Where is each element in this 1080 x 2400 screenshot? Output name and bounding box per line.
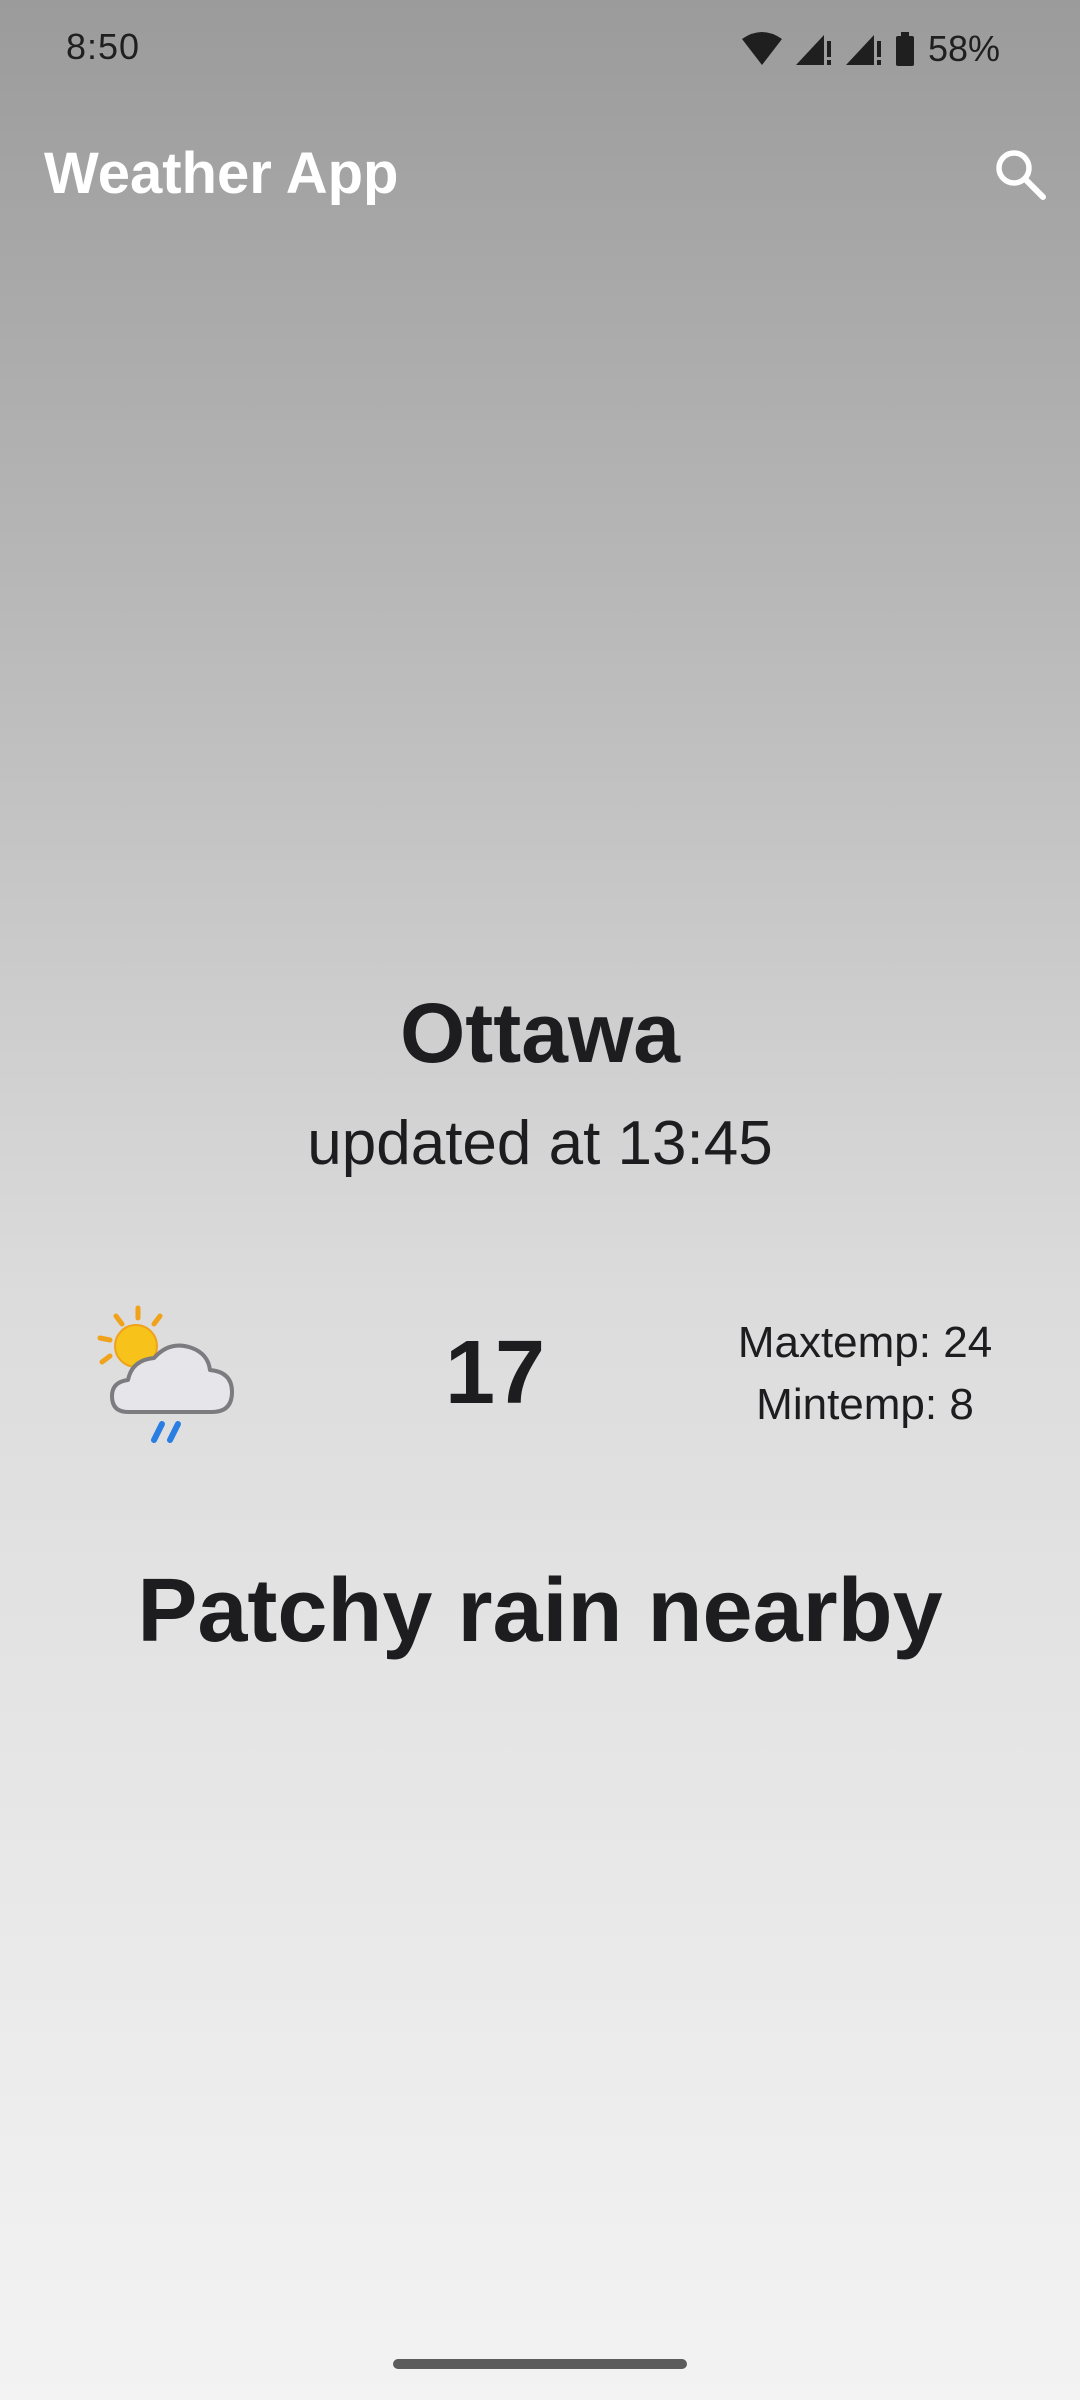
cell-signal-icon	[795, 35, 831, 65]
min-max-temperatures: Maxtemp: 24 Mintemp: 8	[700, 1312, 1030, 1436]
weather-condition: Patchy rain nearby	[137, 1561, 943, 1661]
app-bar: Weather App	[0, 110, 1080, 240]
search-button[interactable]	[988, 142, 1052, 206]
status-bar: 8:50 58%	[0, 0, 1080, 100]
partly-cloudy-rain-icon	[97, 1305, 234, 1443]
search-icon	[996, 150, 1046, 200]
wifi-icon	[741, 32, 782, 65]
updated-time: updated at 13:45	[307, 1109, 773, 1178]
battery-percentage: 58%	[927, 28, 1000, 69]
status-time: 8:50	[66, 26, 141, 67]
app-title: Weather App	[44, 141, 399, 206]
weather-summary: 17 Maxtemp: 24 Mintemp: 8	[0, 1300, 1080, 1460]
status-icons: 58%	[740, 28, 1000, 70]
battery-icon	[895, 32, 914, 66]
cell-signal-icon	[845, 35, 881, 65]
city-name: Ottawa	[399, 986, 681, 1080]
home-indicator[interactable]	[393, 2359, 687, 2369]
current-temperature: 17	[444, 1323, 546, 1423]
max-temperature: Maxtemp: 24	[737, 1318, 993, 1367]
min-temperature: Mintemp: 8	[756, 1380, 974, 1429]
